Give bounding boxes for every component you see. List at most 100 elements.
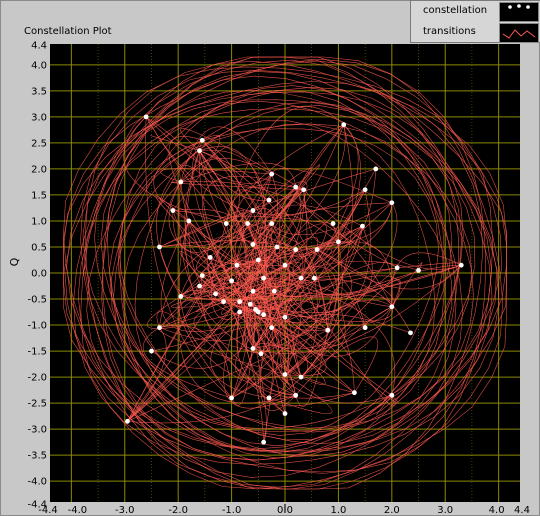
constellation-point	[186, 218, 192, 224]
y-tick-label: 2.0	[31, 164, 47, 175]
constellation-point	[362, 187, 368, 193]
constellation-point	[389, 304, 395, 310]
x-tick-label: -3.0	[115, 505, 135, 516]
constellation-point	[157, 325, 162, 331]
constellation-point	[298, 374, 304, 380]
constellation-point	[258, 351, 264, 357]
constellation-point	[237, 309, 243, 315]
y-tick-label: -1.5	[27, 347, 47, 358]
y-tick-label: -3.0	[27, 425, 47, 436]
constellation-point	[261, 439, 267, 445]
x-tick-label: 4.0	[489, 505, 505, 516]
constellation-point	[229, 395, 234, 401]
x-tick-label: -4.0	[68, 505, 88, 516]
y-tick-label: 3.0	[31, 112, 47, 123]
constellation-point	[301, 187, 307, 193]
y-tick-label: 2.5	[31, 138, 47, 149]
constellation-point	[389, 392, 395, 398]
y-tick-label: -2.0	[27, 373, 47, 384]
constellation-point	[199, 137, 205, 143]
constellation-point	[170, 208, 176, 213]
x-tick-label: 1.0	[330, 505, 346, 516]
constellation-point	[250, 208, 256, 213]
constellation-point	[149, 348, 154, 354]
constellation-point	[293, 247, 299, 252]
x-axis-label: I	[283, 502, 286, 515]
constellation-point	[261, 312, 267, 318]
constellation-point	[143, 114, 149, 120]
y-tick-label: 0.0	[31, 269, 47, 280]
constellation-point	[360, 223, 365, 229]
constellation-point	[245, 221, 251, 226]
constellation-point	[282, 411, 288, 416]
y-tick-label: 0.5	[31, 242, 47, 253]
y-tick-label: 4.0	[31, 60, 47, 71]
constellation-point	[255, 257, 261, 263]
constellation-point	[250, 241, 256, 247]
constellation-point	[389, 200, 395, 206]
constellation-point	[255, 309, 261, 315]
constellation-point	[282, 372, 288, 377]
constellation-point	[229, 278, 234, 284]
constellation-point	[261, 275, 267, 281]
x-tick-label: 4.4	[514, 505, 530, 516]
constellation-point	[314, 247, 320, 252]
constellation-point	[408, 330, 413, 336]
constellation-point	[237, 299, 243, 305]
constellation-point	[213, 291, 218, 297]
y-tick-label: -3.5	[27, 451, 47, 462]
constellation-point	[269, 171, 275, 177]
y-tick-label: 4.4	[31, 41, 47, 52]
constellation-point	[157, 244, 162, 250]
constellation-point	[125, 418, 130, 424]
y-tick-label: -4.4	[27, 500, 47, 511]
constellation-point	[269, 325, 275, 331]
x-tick-label: 3.0	[437, 505, 453, 516]
constellation-point	[247, 301, 253, 307]
y-tick-label: -0.5	[27, 295, 47, 306]
constellation-point	[207, 254, 213, 260]
constellation-point	[197, 283, 202, 289]
constellation-point	[394, 265, 400, 271]
constellation-point	[352, 390, 357, 396]
constellation-point	[178, 179, 184, 185]
y-axis-ticks: 4.4 4.0 3.5 3.0 2.5 2.0 1.5 1.0 0.5 0.0 -0.5 -1.0 -1…	[27, 41, 47, 511]
constellation-point	[325, 327, 331, 333]
constellation-point	[293, 392, 299, 398]
constellation-point	[373, 166, 379, 172]
constellation-point	[282, 314, 288, 320]
constellation-point	[266, 197, 272, 203]
constellation-point	[362, 325, 368, 331]
constellation-point	[250, 288, 256, 294]
constellation-point	[197, 148, 202, 154]
y-tick-label: -2.5	[27, 399, 47, 410]
constellation-point	[178, 294, 184, 299]
y-tick-label: -4.0	[27, 477, 47, 488]
constellation-point	[458, 262, 464, 268]
constellation-point	[271, 288, 277, 294]
constellation-point	[223, 221, 229, 226]
constellation-point	[293, 184, 299, 190]
constellation-point	[199, 273, 205, 279]
constellation-point	[311, 275, 317, 281]
constellation-point	[341, 122, 347, 128]
constellation-point	[250, 346, 256, 351]
y-tick-label: 1.0	[31, 216, 47, 227]
y-tick-label: 3.5	[31, 86, 47, 97]
constellation-point	[330, 221, 336, 226]
constellation-chart: -4.4 -4.0 -3.0 -2.0 -1.0 0.0 1.0 2.0 3.0 4.0 4.4 4…	[8, 41, 530, 516]
constellation-point	[234, 262, 240, 268]
x-tick-label: 2.0	[384, 505, 400, 516]
constellation-point	[266, 395, 272, 401]
constellation-point	[221, 299, 226, 305]
y-tick-label: -1.0	[27, 321, 47, 332]
constellation-point	[274, 244, 280, 250]
x-tick-label: -2.0	[168, 505, 188, 516]
constellation-point	[416, 267, 421, 273]
y-axis-label: Q	[8, 257, 21, 266]
constellation-point	[282, 262, 288, 268]
constellation-point	[269, 221, 275, 226]
y-tick-label: 1.5	[31, 190, 47, 201]
constellation-point	[298, 275, 304, 281]
x-tick-label: -1.0	[222, 505, 242, 516]
